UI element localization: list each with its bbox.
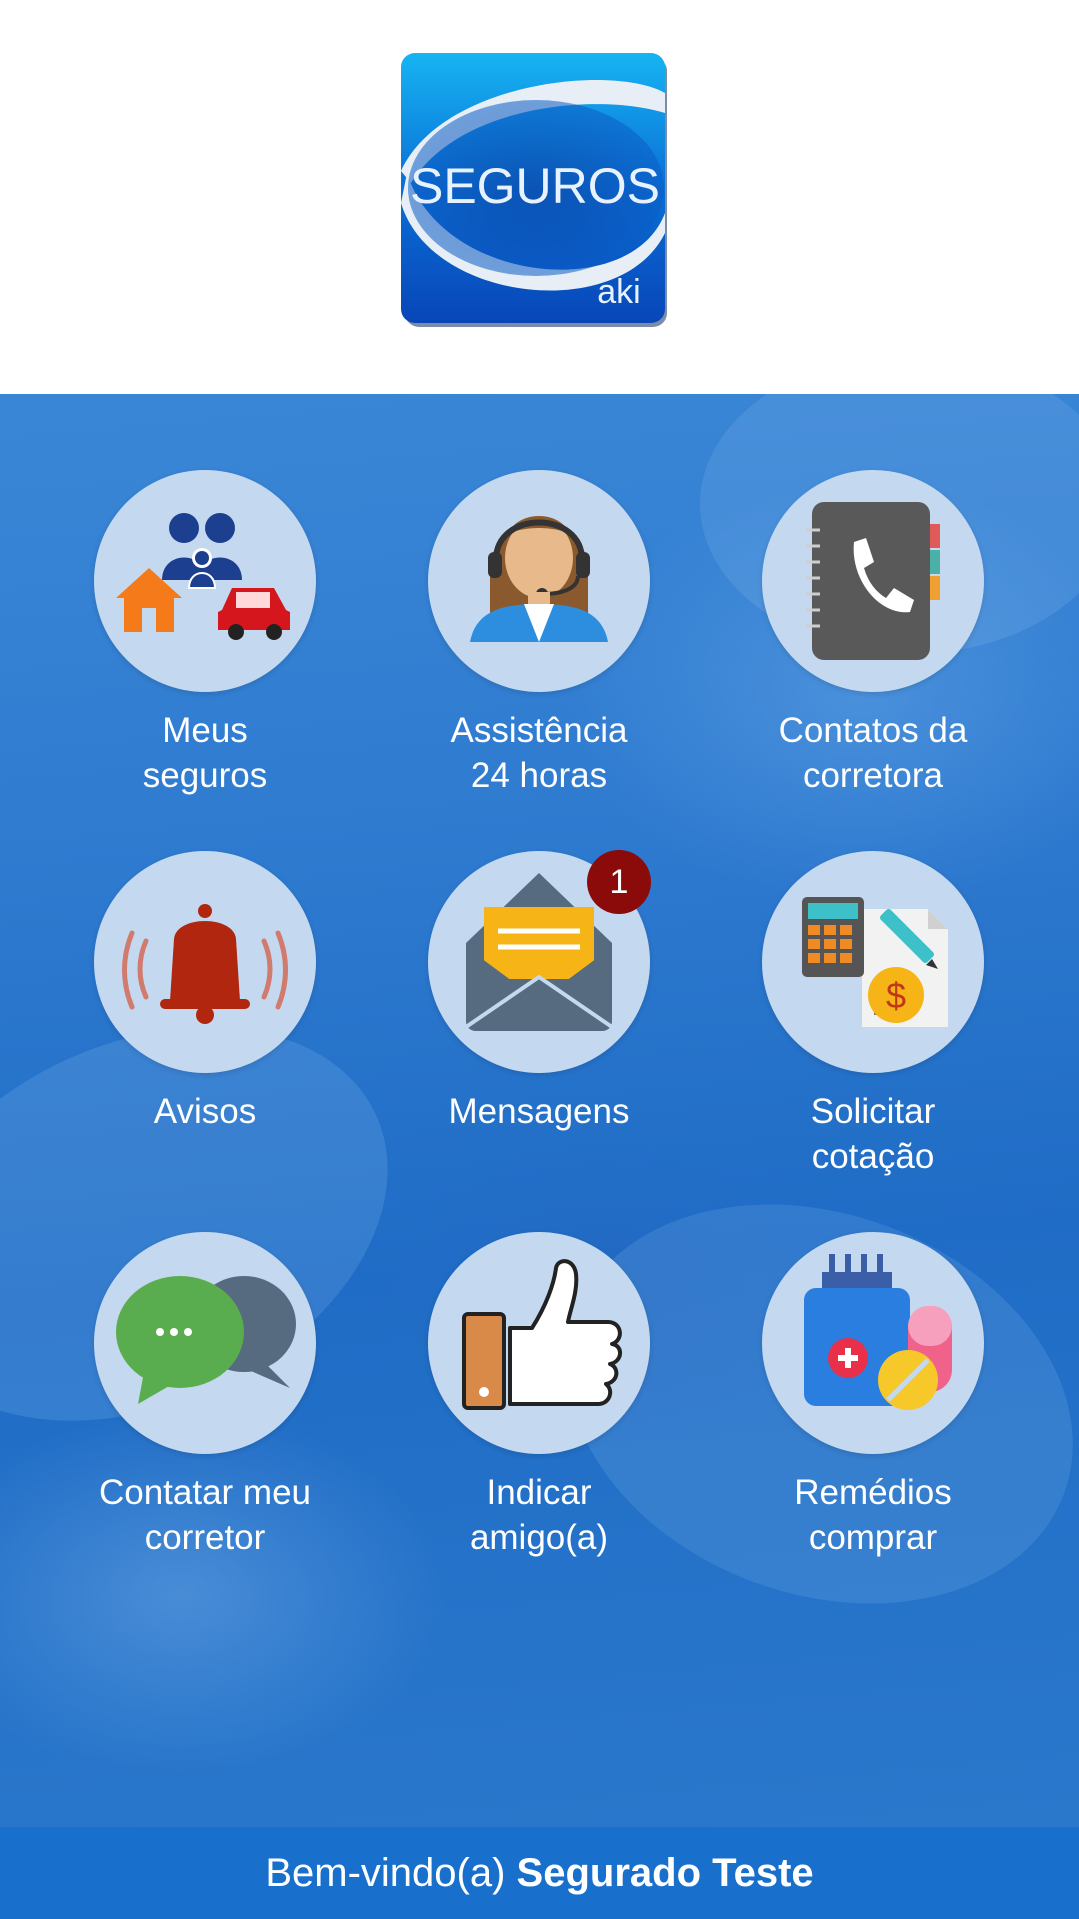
app-header: SEGUROS aki: [0, 0, 1079, 394]
family-insurance-icon: [116, 513, 290, 640]
menu-item-label: Assistência 24 horas: [450, 711, 628, 795]
menu-item-label: Remédios comprar: [794, 1473, 952, 1557]
chat-bubbles-icon: [116, 1276, 296, 1404]
svg-text:aki: aki: [597, 273, 640, 311]
menu-item-label: Contatar meu corretor: [98, 1473, 312, 1557]
menu-item-label: Contatos da corretora: [778, 711, 968, 795]
menu-item-meus-seguros[interactable]: Meus seguros: [75, 470, 335, 798]
icon-circle: [428, 1232, 650, 1454]
headset-agent-icon: [470, 516, 608, 642]
thumbs-up-icon: [462, 1259, 622, 1410]
menu-item-label: Mensagens: [448, 1092, 630, 1131]
svg-text:$: $: [886, 975, 906, 1016]
medicine-icon: [804, 1254, 952, 1410]
menu-item-label: Avisos: [153, 1092, 257, 1131]
menu-item-remedios-comprar[interactable]: Remédios comprar: [743, 1232, 1003, 1560]
menu-item-label: Meus seguros: [142, 711, 268, 795]
welcome-greeting: Bem-vindo(a): [265, 1851, 517, 1895]
icon-circle: $: [762, 851, 984, 1073]
icon-circle: [762, 470, 984, 692]
icon-circle: [94, 851, 316, 1073]
icon-circle: [94, 470, 316, 692]
user-name: Segurado Teste: [516, 1851, 814, 1895]
menu-item-assistencia[interactable]: Assistência 24 horas: [409, 470, 669, 798]
menu-item-solicitar-cotacao[interactable]: $ Solicitar cotação: [743, 851, 1003, 1179]
menu-item-indicar-amigo[interactable]: Indicar amigo(a): [409, 1232, 669, 1560]
calculator-quote-icon: $: [802, 897, 948, 1027]
icon-circle: [762, 1232, 984, 1454]
bell-icon: [122, 904, 288, 1024]
menu-item-label: Solicitar cotação: [810, 1092, 936, 1176]
icon-circle: [428, 470, 650, 692]
menu-item-label: Indicar amigo(a): [469, 1473, 609, 1557]
svg-text:SEGUROS: SEGUROS: [410, 158, 660, 214]
seguros-aki-logo: SEGUROS aki: [401, 53, 667, 327]
icon-circle: [94, 1232, 316, 1454]
menu-item-avisos[interactable]: Avisos: [75, 851, 335, 1134]
menu-item-contatos[interactable]: Contatos da corretora: [743, 470, 1003, 798]
welcome-bar: Bem-vindo(a) Segurado Teste: [0, 1827, 1079, 1919]
phone-book-icon: [806, 502, 940, 660]
menu-item-contatar-corretor[interactable]: Contatar meu corretor: [75, 1232, 335, 1560]
messages-count-badge: 1: [587, 850, 651, 914]
